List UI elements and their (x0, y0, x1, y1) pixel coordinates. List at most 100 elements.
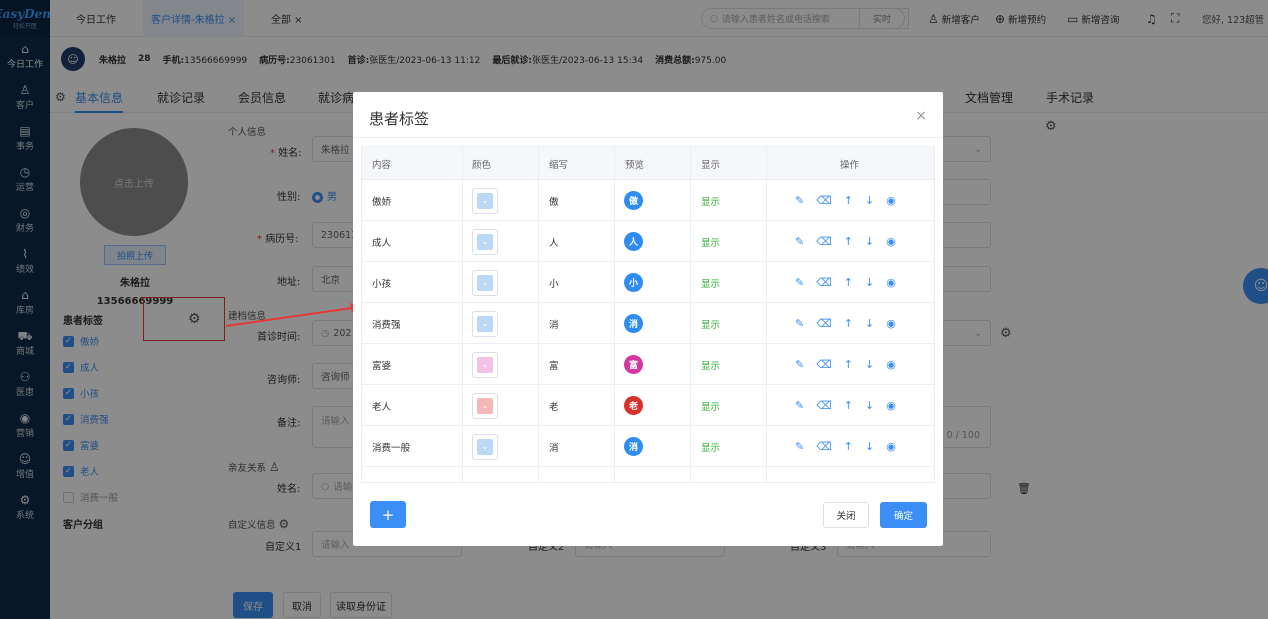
cell-content: 小孩 (372, 278, 392, 290)
color-picker[interactable]: ⌄ (472, 310, 498, 337)
table-row: 富婆 ⌄ 富 富 显示 ✎ ⌫ ↑ ↓ ◉ (362, 344, 934, 385)
eye-icon[interactable]: ◉ (886, 194, 896, 207)
cell-ops: ✎ ⌫ ↑ ↓ ◉ (795, 262, 896, 303)
cell-preview: 人 (624, 221, 643, 262)
move-down-icon[interactable]: ↓ (865, 235, 874, 248)
color-picker[interactable]: ⌄ (472, 433, 498, 460)
move-up-icon[interactable]: ↑ (844, 358, 853, 371)
move-up-icon[interactable]: ↑ (844, 276, 853, 289)
tag-preview-badge: 消 (624, 437, 643, 456)
delete-icon[interactable]: ⌫ (816, 317, 832, 330)
cell-show: 显示 (701, 196, 721, 208)
delete-icon[interactable]: ⌫ (816, 235, 832, 248)
edit-icon[interactable]: ✎ (795, 276, 804, 289)
cell-content: 富婆 (372, 360, 392, 372)
edit-icon[interactable]: ✎ (795, 317, 804, 330)
column-divider (690, 147, 691, 482)
delete-icon[interactable]: ⌫ (816, 276, 832, 289)
cell-color: ⌄ (472, 303, 498, 344)
cell-content: 傲娇 (372, 196, 392, 208)
delete-icon[interactable]: ⌫ (816, 358, 832, 371)
modal-close-button[interactable]: 关闭 (823, 502, 869, 528)
eye-icon[interactable]: ◉ (886, 358, 896, 371)
move-up-icon[interactable]: ↑ (844, 399, 853, 412)
annotation-arrow (225, 303, 360, 327)
delete-icon[interactable]: ⌫ (816, 194, 832, 207)
cell-preview: 傲 (624, 180, 643, 221)
cell-preview: 富 (624, 344, 643, 385)
cell-ops: ✎ ⌫ ↑ ↓ ◉ (795, 180, 896, 221)
close-icon[interactable]: × (915, 108, 927, 124)
move-down-icon[interactable]: ↓ (865, 358, 874, 371)
color-picker[interactable]: ⌄ (472, 351, 498, 378)
color-picker[interactable]: ⌄ (472, 228, 498, 255)
cell-abbr: 人 (549, 237, 559, 249)
table-row: 成人 ⌄ 人 人 显示 ✎ ⌫ ↑ ↓ ◉ (362, 221, 934, 262)
cell-ops: ✎ ⌫ ↑ ↓ ◉ (795, 344, 896, 385)
color-picker[interactable]: ⌄ (472, 187, 498, 214)
header-abbr: 缩写 (549, 160, 569, 171)
delete-icon[interactable]: ⌫ (816, 440, 832, 453)
eye-icon[interactable]: ◉ (886, 317, 896, 330)
modal-divider (353, 137, 943, 138)
edit-icon[interactable]: ✎ (795, 194, 804, 207)
cell-color: ⌄ (472, 344, 498, 385)
color-picker[interactable]: ⌄ (472, 269, 498, 296)
table-row: 老人 ⌄ 老 老 显示 ✎ ⌫ ↑ ↓ ◉ (362, 385, 934, 426)
move-up-icon[interactable]: ↑ (844, 440, 853, 453)
table-row: 小孩 ⌄ 小 小 显示 ✎ ⌫ ↑ ↓ ◉ (362, 262, 934, 303)
table-header: 内容 颜色 缩写 预览 显示 操作 (362, 147, 934, 180)
header-ops: 操作 (840, 160, 860, 171)
eye-icon[interactable]: ◉ (886, 276, 896, 289)
tag-preview-badge: 富 (624, 355, 643, 374)
delete-icon[interactable]: ⌫ (816, 399, 832, 412)
move-down-icon[interactable]: ↓ (865, 276, 874, 289)
header-preview: 预览 (625, 160, 645, 171)
cell-show: 显示 (701, 237, 721, 249)
tag-preview-badge: 消 (624, 314, 643, 333)
column-divider (462, 147, 463, 482)
header-content: 内容 (372, 160, 392, 171)
edit-icon[interactable]: ✎ (795, 399, 804, 412)
table-row: 消费一般 ⌄ 消 消 显示 ✎ ⌫ ↑ ↓ ◉ (362, 426, 934, 467)
cell-abbr: 消 (549, 319, 559, 331)
cell-content: 成人 (372, 237, 392, 249)
eye-icon[interactable]: ◉ (886, 235, 896, 248)
cell-abbr: 富 (549, 360, 559, 372)
color-swatch: ⌄ (477, 315, 493, 332)
color-picker[interactable]: ⌄ (472, 392, 498, 419)
edit-icon[interactable]: ✎ (795, 358, 804, 371)
table-row: 傲娇 ⌄ 傲 傲 显示 ✎ ⌫ ↑ ↓ ◉ (362, 180, 934, 221)
cell-abbr: 小 (549, 278, 559, 290)
move-up-icon[interactable]: ↑ (844, 235, 853, 248)
cell-abbr: 消 (549, 442, 559, 454)
tag-preview-badge: 人 (624, 232, 643, 251)
move-up-icon[interactable]: ↑ (844, 194, 853, 207)
cell-show: 显示 (701, 401, 721, 413)
add-tag-button[interactable]: + (370, 501, 406, 528)
cell-content: 消费一般 (372, 442, 411, 454)
move-down-icon[interactable]: ↓ (865, 194, 874, 207)
move-up-icon[interactable]: ↑ (844, 317, 853, 330)
cell-show: 显示 (701, 442, 721, 454)
edit-icon[interactable]: ✎ (795, 235, 804, 248)
cell-preview: 消 (624, 426, 643, 467)
column-divider (538, 147, 539, 482)
modal-ok-button[interactable]: 确定 (880, 502, 927, 528)
cell-abbr: 傲 (549, 196, 559, 208)
move-down-icon[interactable]: ↓ (865, 317, 874, 330)
move-down-icon[interactable]: ↓ (865, 399, 874, 412)
column-divider (614, 147, 615, 482)
edit-icon[interactable]: ✎ (795, 440, 804, 453)
header-color: 颜色 (472, 160, 492, 171)
cell-preview: 消 (624, 303, 643, 344)
color-swatch: ⌄ (477, 274, 493, 291)
eye-icon[interactable]: ◉ (886, 440, 896, 453)
cell-ops: ✎ ⌫ ↑ ↓ ◉ (795, 303, 896, 344)
cell-content: 消费强 (372, 319, 401, 331)
column-divider (766, 147, 767, 482)
color-swatch: ⌄ (477, 438, 493, 455)
cell-ops: ✎ ⌫ ↑ ↓ ◉ (795, 385, 896, 426)
move-down-icon[interactable]: ↓ (865, 440, 874, 453)
eye-icon[interactable]: ◉ (886, 399, 896, 412)
